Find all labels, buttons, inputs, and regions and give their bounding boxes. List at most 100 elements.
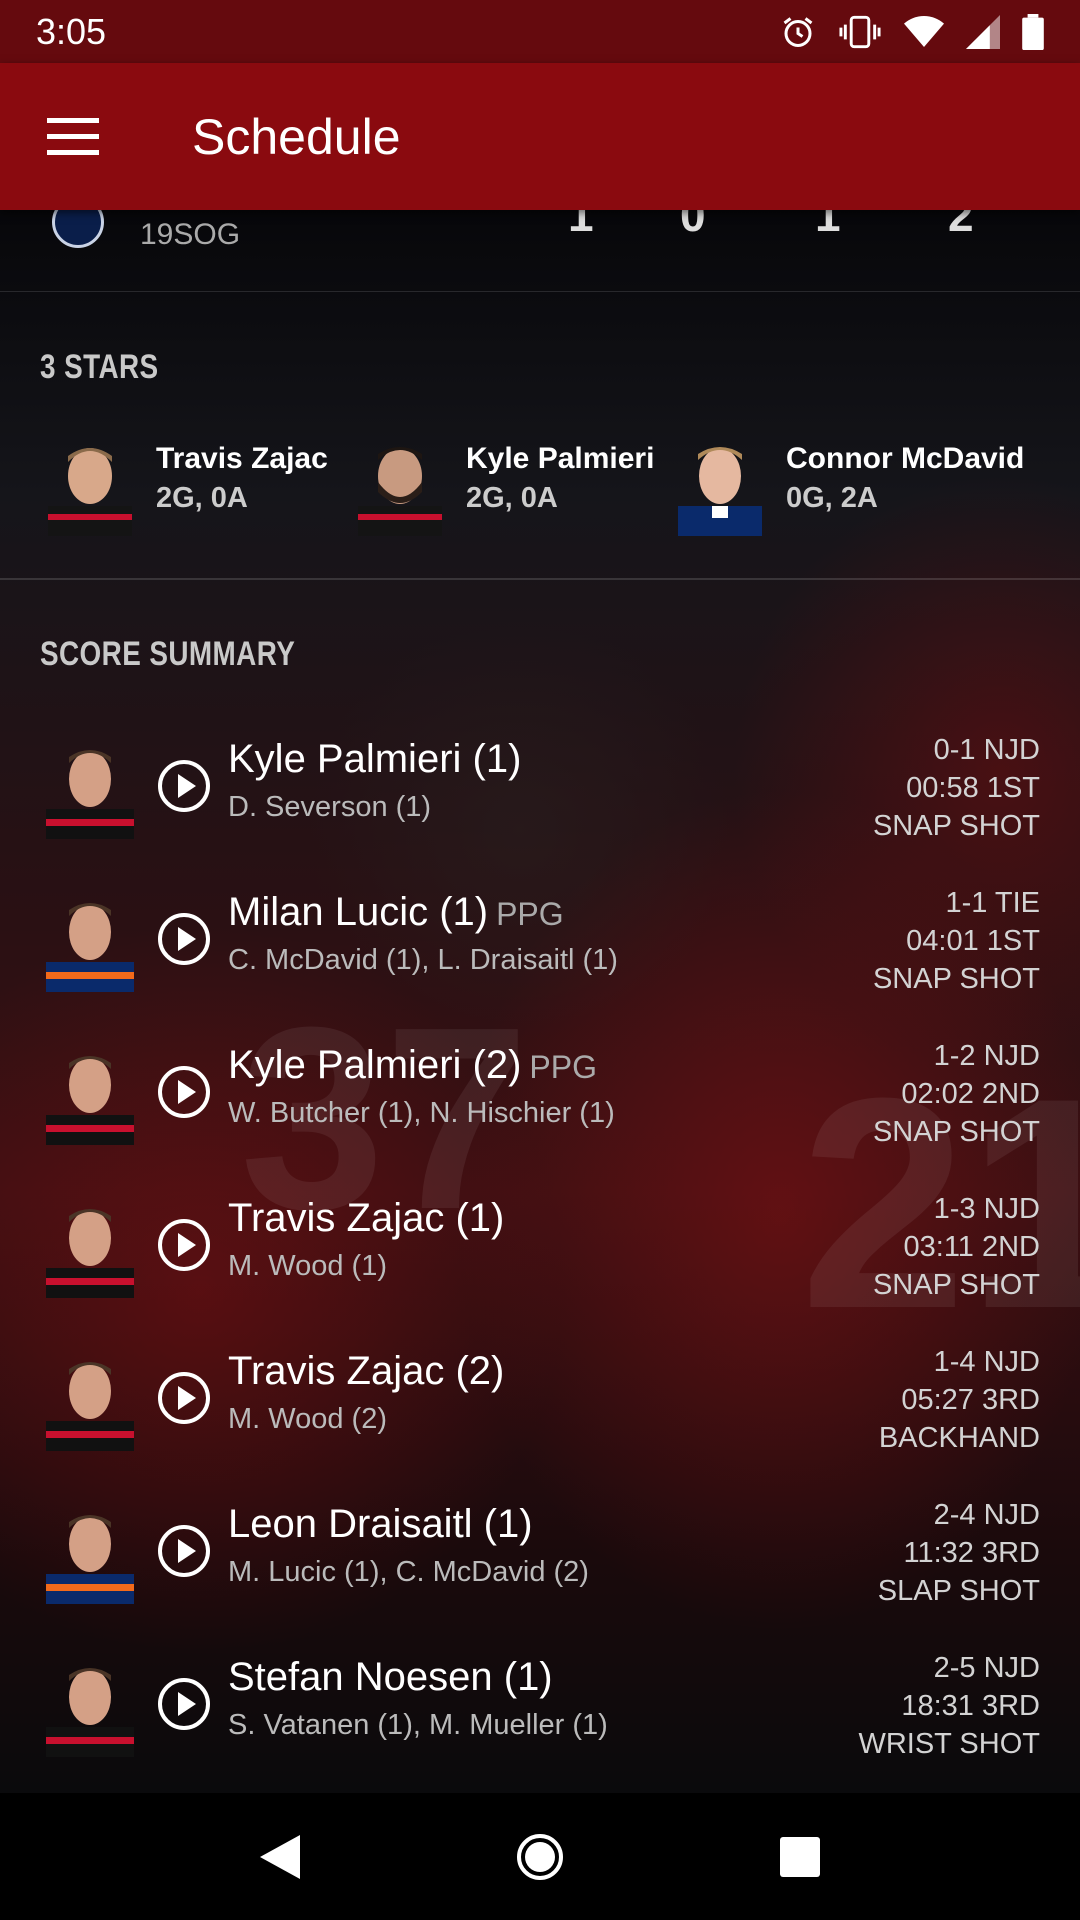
- player-avatar: [46, 903, 134, 992]
- star-info: Travis Zajac 2G, 0A: [156, 442, 328, 542]
- goal-time: 05:27 3RD: [901, 1384, 1040, 1416]
- goal-meta: 0-1 NJD 00:58 1ST SNAP SHOT: [873, 731, 1040, 845]
- recents-button[interactable]: [755, 1812, 845, 1902]
- goal-assists: M. Lucic (1), C. McDavid (2): [228, 1556, 589, 1588]
- star-card[interactable]: Kyle Palmieri 2G, 0A: [348, 432, 654, 542]
- goal-scorer: Stefan Noesen (1): [228, 1655, 561, 1700]
- star-stat: 2G, 0A: [156, 482, 248, 514]
- period-score: 1: [568, 210, 594, 241]
- goal-meta: 1-1 TIE 04:01 1ST SNAP SHOT: [873, 884, 1040, 998]
- wifi-icon: [904, 15, 944, 47]
- goal-meta: 2-4 NJD 11:32 3RD SLAP SHOT: [878, 1496, 1040, 1610]
- alarm-icon: [783, 16, 813, 47]
- goal-time: 11:32 3RD: [903, 1537, 1041, 1569]
- play-circle-icon[interactable]: [156, 1064, 212, 1120]
- player-avatar: [46, 1515, 134, 1604]
- star-name: Connor McDavid: [786, 442, 1025, 475]
- goal-assists: S. Vatanen (1), M. Mueller (1): [228, 1709, 608, 1741]
- score-summary-heading: SCORE SUMMARY: [40, 635, 296, 673]
- signal-icon: [966, 14, 1000, 49]
- period-score: 0: [680, 210, 706, 241]
- goal-shot-type: SNAP SHOT: [872, 1116, 1040, 1148]
- star-stat: 2G, 0A: [466, 482, 558, 514]
- back-button[interactable]: [235, 1812, 325, 1902]
- player-avatar: [46, 1056, 134, 1145]
- goal-score: 0-1 NJD: [933, 734, 1040, 766]
- scorer-name: Leon Draisaitl (1): [228, 1502, 533, 1546]
- team-logo: [52, 210, 104, 248]
- star-card[interactable]: Travis Zajac 2G, 0A: [38, 432, 328, 542]
- goal-assists: M. Wood (2): [228, 1403, 388, 1435]
- back-triangle-icon: [260, 1834, 300, 1879]
- team-score-row: 19SOG 1 0 1 2: [0, 210, 1080, 292]
- play-circle-icon[interactable]: [156, 1523, 212, 1579]
- goal-tag: PPG: [496, 896, 564, 932]
- vibrate-icon: [839, 15, 881, 48]
- period-score: 1: [815, 210, 841, 241]
- goal-meta: 2-5 NJD 18:31 3RD WRIST SHOT: [858, 1649, 1040, 1763]
- recents-square-icon: [780, 1836, 820, 1877]
- play-circle-icon[interactable]: [156, 1217, 212, 1273]
- goal-meta: 1-3 NJD 03:11 2ND SNAP SHOT: [873, 1190, 1040, 1304]
- goal-score: 2-5 NJD: [933, 1652, 1040, 1684]
- status-time: 3:05: [36, 10, 107, 52]
- goal-score: 1-2 NJD: [933, 1040, 1040, 1072]
- star-stat: 0G, 2A: [786, 482, 878, 514]
- player-avatar: [46, 1209, 134, 1298]
- play-circle-icon[interactable]: [156, 1676, 212, 1732]
- game-detail-content[interactable]: 37 21 19SOG 1 0 1 2 3 STARS Travis Zajac…: [0, 210, 1080, 1793]
- section-divider: [0, 578, 1080, 580]
- goal-assists: M. Wood (1): [228, 1250, 388, 1282]
- goal-assists: C. McDavid (1), L. Draisaitl (1): [228, 944, 618, 976]
- menu-button[interactable]: [28, 92, 118, 182]
- scorer-name: Travis Zajac (1): [228, 1196, 505, 1240]
- three-stars-heading: 3 STARS: [40, 348, 159, 386]
- goal-scorer: Kyle Palmieri (1): [228, 737, 529, 782]
- play-circle-icon[interactable]: [156, 1370, 212, 1426]
- shots-on-goal: 19SOG: [140, 218, 241, 251]
- play-circle-icon[interactable]: [156, 758, 212, 814]
- goal-shot-type: SNAP SHOT: [872, 963, 1040, 995]
- goal-scorer: Kyle Palmieri (2) PPG: [228, 1043, 597, 1088]
- goal-assists: W. Butcher (1), N. Hischier (1): [228, 1097, 615, 1129]
- goal-row[interactable]: Milan Lucic (1) PPG C. McDavid (1), L. Dra…: [0, 868, 1080, 1021]
- goal-time: 18:31 3RD: [901, 1690, 1040, 1722]
- goal-score: 1-1 TIE: [945, 887, 1040, 919]
- home-circle-icon: [517, 1833, 563, 1880]
- app-bar: Schedule: [0, 63, 1080, 210]
- goal-row[interactable]: Kyle Palmieri (1) D. Severson (1) 0-1 NJD 0…: [0, 715, 1080, 868]
- goal-scorer: Leon Draisaitl (1): [228, 1502, 541, 1547]
- goal-meta: 1-2 NJD 02:02 2ND SNAP SHOT: [873, 1037, 1040, 1151]
- goal-row[interactable]: Stefan Noesen (1) S. Vatanen (1), M. Muel…: [0, 1633, 1080, 1786]
- goal-row[interactable]: Travis Zajac (1) M. Wood (1) 1-3 NJD 03:11 …: [0, 1174, 1080, 1327]
- goal-row[interactable]: Travis Zajac (2) M. Wood (2) 1-4 NJD 05:27 …: [0, 1327, 1080, 1480]
- scorer-name: Milan Lucic (1): [228, 890, 489, 934]
- goal-time: 00:58 1ST: [906, 772, 1040, 804]
- goal-shot-type: WRIST SHOT: [858, 1728, 1040, 1760]
- goal-tag: PPG: [529, 1049, 597, 1085]
- star-name: Travis Zajac: [156, 442, 328, 475]
- status-bar: 3:05: [0, 0, 1080, 63]
- goal-shot-type: SLAP SHOT: [877, 1575, 1040, 1607]
- star-name: Kyle Palmieri: [466, 442, 655, 475]
- goal-meta: 1-4 NJD 05:27 3RD BACKHAND: [879, 1343, 1040, 1457]
- star-info: Connor McDavid 0G, 2A: [786, 442, 1024, 542]
- goal-row[interactable]: Kyle Palmieri (2) PPG W. Butcher (1), N. H…: [0, 1021, 1080, 1174]
- scorer-name: Kyle Palmieri (1): [228, 737, 522, 781]
- play-circle-icon[interactable]: [156, 911, 212, 967]
- star-info: Kyle Palmieri 2G, 0A: [466, 442, 654, 542]
- player-avatar: [46, 750, 134, 839]
- goal-time: 02:02 2ND: [901, 1078, 1040, 1110]
- player-avatar: [678, 447, 762, 536]
- goal-scorer: Milan Lucic (1) PPG: [228, 890, 564, 935]
- goal-shot-type: SNAP SHOT: [872, 1269, 1040, 1301]
- scorer-name: Stefan Noesen (1): [228, 1655, 553, 1699]
- goal-score: 2-4 NJD: [933, 1499, 1040, 1531]
- star-card[interactable]: Connor McDavid 0G, 2A: [668, 432, 1024, 542]
- goal-row[interactable]: Leon Draisaitl (1) M. Lucic (1), C. McDav…: [0, 1480, 1080, 1633]
- home-button[interactable]: [495, 1812, 585, 1902]
- period-score: 2: [948, 210, 974, 241]
- player-avatar: [46, 1668, 134, 1757]
- player-avatar: [46, 1362, 134, 1451]
- hamburger-icon: [47, 117, 99, 155]
